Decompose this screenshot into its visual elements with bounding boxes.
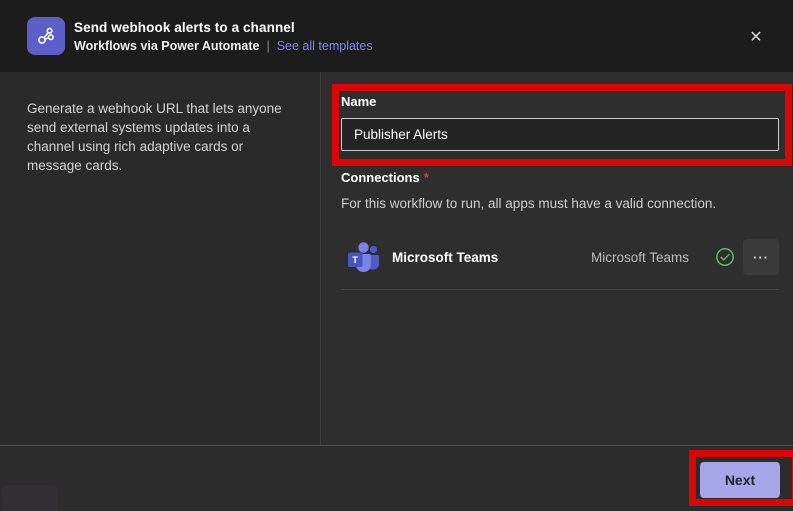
teams-badge-letter: T [352, 255, 358, 266]
connection-more-options-button[interactable]: ··· [743, 239, 779, 275]
close-button[interactable]: ✕ [744, 25, 768, 49]
header-titles: Send webhook alerts to a channel Workflo… [74, 20, 373, 53]
name-input[interactable] [341, 118, 779, 151]
ellipsis-icon: ··· [753, 250, 769, 265]
description-panel: Generate a webhook URL that lets anyone … [0, 72, 321, 445]
dialog-title: Send webhook alerts to a channel [74, 20, 373, 35]
subtitle-text: Workflows via Power Automate [74, 39, 259, 53]
dialog-subtitle: Workflows via Power Automate | See all t… [74, 39, 373, 53]
name-label: Name [341, 94, 779, 109]
form-panel: Name Connections * For this workflow to r… [322, 72, 793, 445]
see-all-templates-link[interactable]: See all templates [277, 39, 373, 53]
workflow-share-icon [27, 17, 65, 55]
connection-row: T Microsoft Teams Microsoft Teams ··· [341, 235, 779, 290]
microsoft-teams-icon: T [341, 237, 381, 277]
connection-app-name: Microsoft Teams [392, 250, 591, 265]
connections-label: Connections * [341, 170, 779, 185]
footer-ghost-element [2, 485, 58, 511]
workflow-description: Generate a webhook URL that lets anyone … [27, 99, 292, 175]
connection-valid-check-icon [715, 247, 735, 267]
connection-account-name: Microsoft Teams [591, 250, 689, 265]
next-button[interactable]: Next [700, 462, 780, 498]
connections-help-text: For this workflow to run, all apps must … [341, 196, 779, 211]
required-asterisk: * [424, 170, 429, 185]
workflow-dialog: Send webhook alerts to a channel Workflo… [0, 0, 793, 511]
dialog-footer: Next [0, 445, 793, 511]
subtitle-separator: | [266, 39, 269, 53]
dialog-header: Send webhook alerts to a channel Workflo… [0, 0, 793, 72]
connections-label-text: Connections [341, 170, 420, 185]
close-icon: ✕ [749, 27, 762, 47]
